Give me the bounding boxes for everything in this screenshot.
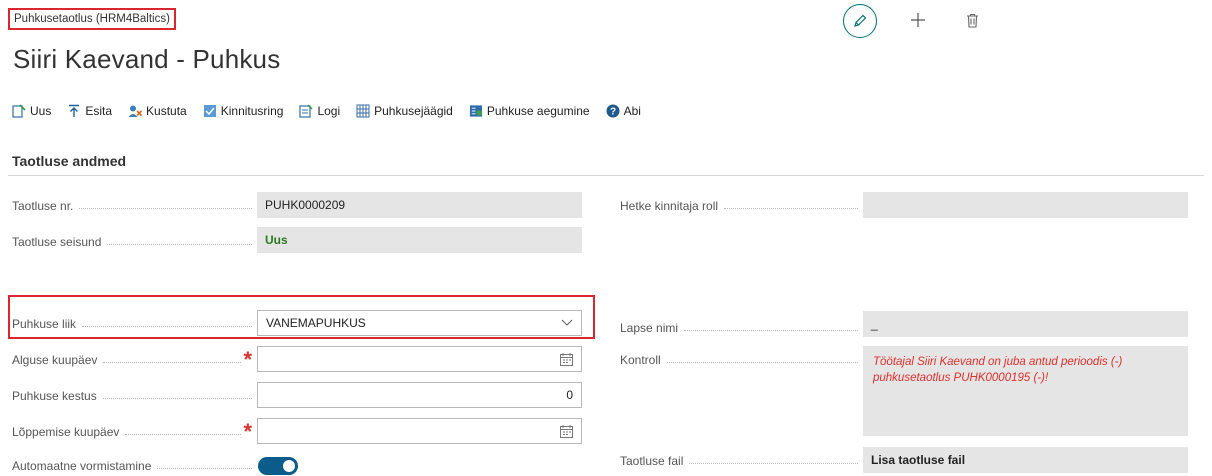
child-name-field: _ [863, 311, 1188, 337]
child-name-label: Lapse nimi [620, 318, 858, 338]
required-icon: * [243, 350, 252, 370]
help-action-label: Abi [623, 104, 641, 118]
leave-expiry-label: Puhkuse aegumine [486, 104, 590, 118]
request-no-label: Taotluse nr. [12, 196, 252, 216]
add-request-file-link[interactable]: Lisa taotluse fail [863, 447, 1188, 473]
submit-action-label: Esita [85, 104, 113, 118]
page-title: Siiri Kaevand - Puhkus [13, 44, 281, 74]
delete-action[interactable]: Kustuta [128, 104, 187, 118]
request-file-label: Taotluse fail [620, 451, 858, 471]
leave-duration-label: Puhkuse kestus [12, 386, 252, 406]
end-date-label: Lõppemise kuupäev * [12, 422, 252, 442]
required-icon: * [243, 422, 252, 442]
new-doc-icon [12, 104, 26, 118]
request-no-field: PUHK0000209 [257, 192, 582, 218]
calendar-icon[interactable] [560, 352, 573, 366]
submit-action[interactable]: Esita [67, 104, 112, 118]
pencil-icon [854, 14, 867, 27]
help-icon: ? [606, 104, 620, 118]
new-button[interactable] [906, 8, 930, 32]
section-title[interactable]: Taotluse andmed [12, 153, 126, 169]
chevron-down-icon [561, 319, 573, 327]
trash-icon [966, 13, 978, 28]
leave-duration-input[interactable]: 0 [257, 382, 582, 408]
check-warning-field: Töötajal Siiri Kaevand on juba antud per… [863, 346, 1188, 436]
delete-button[interactable] [962, 10, 982, 30]
svg-text:?: ? [610, 107, 616, 118]
log-action[interactable]: Logi [299, 104, 340, 118]
approval-icon [203, 104, 217, 118]
leave-type-select[interactable]: VANEMAPUHKUS [257, 310, 582, 336]
plus-icon [911, 13, 925, 27]
request-status-field: Uus [257, 227, 582, 253]
leave-duration-value: 0 [566, 388, 573, 402]
approval-round-label: Kinnitusring [220, 104, 284, 118]
leave-type-value: VANEMAPUHKUS [266, 316, 366, 330]
log-icon [299, 104, 313, 118]
help-action[interactable]: ? Abi [606, 104, 641, 118]
auto-format-label: Automaatne vormistamine [12, 456, 252, 476]
end-date-input[interactable] [257, 418, 582, 444]
current-approver-label: Hetke kinnitaja roll [620, 196, 858, 216]
request-status-label: Taotluse seisund [12, 232, 252, 252]
leave-expiry-action[interactable]: Puhkuse aegumine [469, 104, 590, 118]
leave-type-label: Puhkuse liik [12, 314, 252, 334]
toggle-knob [283, 460, 295, 472]
upload-icon [67, 104, 81, 118]
breadcrumb[interactable]: Puhkusetaotlus (HRM4Baltics) [8, 8, 176, 30]
auto-format-toggle[interactable] [258, 457, 298, 475]
delete-user-icon [128, 104, 143, 118]
approval-round-action[interactable]: Kinnitusring [203, 104, 284, 118]
log-action-label: Logi [317, 104, 341, 118]
new-action-label: Uus [30, 104, 52, 118]
start-date-label: Alguse kuupäev * [12, 350, 252, 370]
current-approver-field [863, 192, 1188, 218]
calendar-icon[interactable] [560, 424, 573, 438]
delete-action-label: Kustuta [146, 104, 187, 118]
grid-icon [356, 104, 370, 118]
edit-button[interactable] [843, 4, 877, 38]
check-label: Kontroll [620, 350, 858, 370]
section-divider [8, 175, 1204, 176]
new-action[interactable]: Uus [12, 104, 51, 118]
leave-balance-label: Puhkusejäägid [374, 104, 453, 118]
expiry-icon [469, 104, 483, 118]
action-toolbar: Uus Esita Kustuta Kinnitusring Logi Puhk… [12, 100, 641, 122]
leave-balance-action[interactable]: Puhkusejäägid [356, 104, 453, 118]
start-date-input[interactable] [257, 346, 582, 372]
